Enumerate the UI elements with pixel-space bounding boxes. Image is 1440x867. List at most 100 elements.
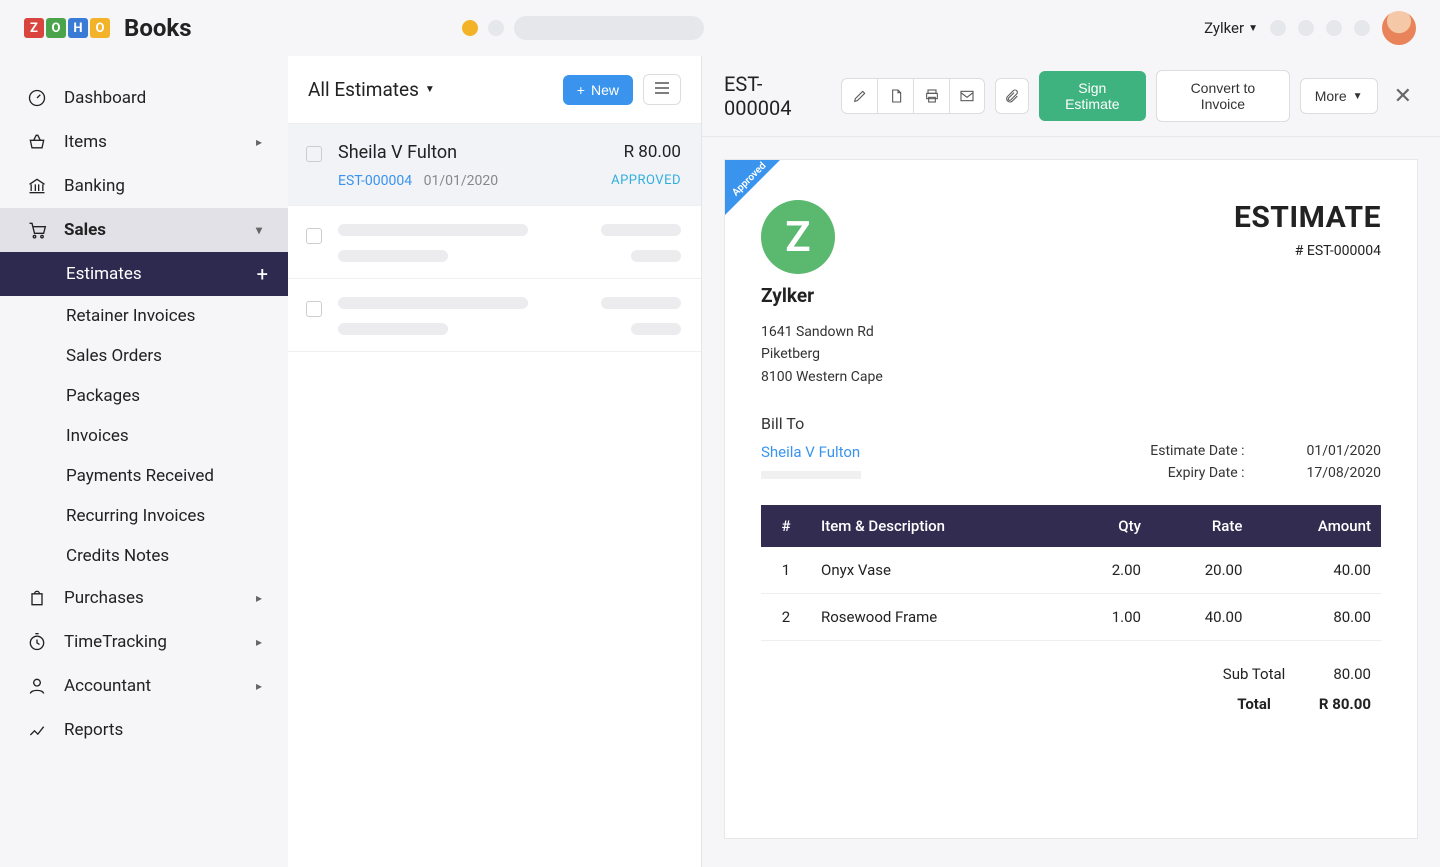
caret-down-icon: ▼	[1248, 23, 1258, 34]
list-menu-button[interactable]	[643, 74, 681, 105]
org-address: 1641 Sandown Rd Piketberg 8100 Western C…	[761, 321, 883, 388]
cart-icon	[26, 219, 48, 241]
topbar-action-icon[interactable]	[1270, 20, 1286, 36]
close-button[interactable]: ✕	[1388, 80, 1418, 113]
attach-button[interactable]	[995, 78, 1028, 114]
mail-icon	[959, 88, 975, 104]
estimate-list-item-skeleton	[288, 279, 701, 352]
th-amount: Amount	[1252, 505, 1381, 547]
billto-name[interactable]: Sheila V Fulton	[761, 443, 883, 461]
action-icon-group	[841, 78, 985, 114]
total-label: Total	[1237, 695, 1271, 713]
hamburger-icon	[654, 82, 670, 94]
zoho-glyph: Z O H O	[24, 18, 110, 38]
sign-estimate-button[interactable]: Sign Estimate	[1039, 71, 1146, 121]
sidebar-sub-estimates[interactable]: Estimates +	[0, 252, 288, 296]
sidebar-sub-recurring[interactable]: Recurring Invoices	[0, 496, 288, 536]
new-estimate-button[interactable]: +New	[563, 75, 633, 105]
topbar-action-icon[interactable]	[1354, 20, 1370, 36]
org-switcher[interactable]: Zylker▼	[1204, 19, 1258, 37]
estimate-detail-panel: EST-000004 Sign Estimate Convert to Invo…	[702, 56, 1440, 867]
sidebar-item-reports[interactable]: Reports	[0, 708, 288, 752]
sidebar-item-timetracking[interactable]: TimeTracking ▸	[0, 620, 288, 664]
estimate-date: 01/01/2020	[424, 173, 499, 189]
detail-title: EST-000004	[724, 72, 821, 120]
edit-button[interactable]	[841, 78, 877, 114]
sidebar-sub-payments[interactable]: Payments Received	[0, 456, 288, 496]
caret-down-icon: ▼	[425, 84, 435, 95]
topbar-right: Zylker▼	[1204, 11, 1416, 45]
doc-type: ESTIMATE	[1234, 200, 1381, 235]
plus-icon[interactable]: +	[257, 262, 268, 286]
search-input[interactable]	[514, 16, 704, 40]
person-icon	[26, 675, 48, 697]
sidebar-item-dashboard[interactable]: Dashboard	[0, 76, 288, 120]
sidebar-sub-invoices[interactable]: Invoices	[0, 416, 288, 456]
sidebar-sub-packages[interactable]: Packages	[0, 376, 288, 416]
sidebar-item-banking[interactable]: Banking	[0, 164, 288, 208]
caret-down-icon: ▼	[1353, 91, 1363, 102]
subtotal-value: 80.00	[1333, 665, 1371, 683]
estimates-list-panel: All Estimates▼ +New Sheila V Fulton R 80…	[288, 56, 702, 867]
product-name: Books	[124, 14, 192, 42]
caret-down-icon: ▾	[256, 223, 262, 237]
printer-icon	[924, 88, 940, 104]
sidebar-item-accountant[interactable]: Accountant ▸	[0, 664, 288, 708]
sidebar-sub-salesorders[interactable]: Sales Orders	[0, 336, 288, 376]
window-dot-icon	[488, 20, 504, 36]
bank-icon	[26, 175, 48, 197]
sidebar: Dashboard Items ▸ Banking Sales ▾ Estima…	[0, 56, 288, 867]
sidebar-item-sales[interactable]: Sales ▾	[0, 208, 288, 252]
amount: R 80.00	[624, 142, 681, 162]
pencil-icon	[852, 88, 868, 104]
org-name: Zylker	[761, 284, 883, 307]
topbar-center	[462, 16, 704, 40]
convert-to-invoice-button[interactable]: Convert to Invoice	[1156, 70, 1290, 122]
estimate-date-value: 01/01/2020	[1307, 443, 1382, 459]
sidebar-sub-retainer[interactable]: Retainer Invoices	[0, 296, 288, 336]
status-badge: APPROVED	[611, 173, 681, 188]
checkbox[interactable]	[306, 301, 322, 317]
chevron-right-icon: ▸	[256, 679, 262, 693]
avatar[interactable]	[1382, 11, 1416, 45]
topbar-action-icon[interactable]	[1326, 20, 1342, 36]
dashboard-icon	[26, 87, 48, 109]
billto-address-placeholder	[761, 471, 861, 479]
checkbox[interactable]	[306, 228, 322, 244]
list-header: All Estimates▼ +New	[288, 56, 701, 124]
sidebar-sub-credits[interactable]: Credits Notes	[0, 536, 288, 576]
checkbox[interactable]	[306, 146, 322, 162]
estimate-document: Approved Z Zylker 1641 Sandown Rd Piketb…	[724, 159, 1418, 839]
th-rate: Rate	[1151, 505, 1252, 547]
billto-label: Bill To	[761, 414, 883, 433]
window-dot-icon	[462, 20, 478, 36]
estimate-date-label: Estimate Date :	[1150, 443, 1244, 459]
expiry-date-label: Expiry Date :	[1168, 465, 1245, 481]
th-qty: Qty	[1064, 505, 1151, 547]
more-button[interactable]: More▼	[1300, 78, 1378, 114]
th-num: #	[761, 505, 811, 547]
app-logo[interactable]: Z O H O Books	[24, 14, 192, 42]
subtotal-label: Sub Total	[1223, 665, 1286, 683]
th-item: Item & Description	[811, 505, 1064, 547]
estimate-list-item[interactable]: Sheila V Fulton R 80.00 EST-000004 01/01…	[288, 124, 701, 206]
customer-name: Sheila V Fulton	[338, 142, 457, 163]
line-item-row: 2 Rosewood Frame 1.00 40.00 80.00	[761, 594, 1381, 641]
plus-icon: +	[577, 82, 585, 98]
sidebar-item-items[interactable]: Items ▸	[0, 120, 288, 164]
email-button[interactable]	[949, 78, 985, 114]
paperclip-icon	[1004, 88, 1020, 104]
basket-icon	[26, 131, 48, 153]
sidebar-item-purchases[interactable]: Purchases ▸	[0, 576, 288, 620]
topbar-action-icon[interactable]	[1298, 20, 1314, 36]
file-icon	[888, 88, 904, 104]
document-scroll[interactable]: Approved Z Zylker 1641 Sandown Rd Piketb…	[702, 137, 1440, 867]
pdf-button[interactable]	[877, 78, 913, 114]
line-items-table: # Item & Description Qty Rate Amount 1 O…	[761, 505, 1381, 641]
print-button[interactable]	[913, 78, 949, 114]
list-filter-dropdown[interactable]: All Estimates▼	[308, 78, 435, 101]
detail-header: EST-000004 Sign Estimate Convert to Invo…	[702, 56, 1440, 137]
timer-icon	[26, 631, 48, 653]
doc-number: # EST-000004	[1234, 243, 1381, 259]
reports-icon	[26, 719, 48, 741]
